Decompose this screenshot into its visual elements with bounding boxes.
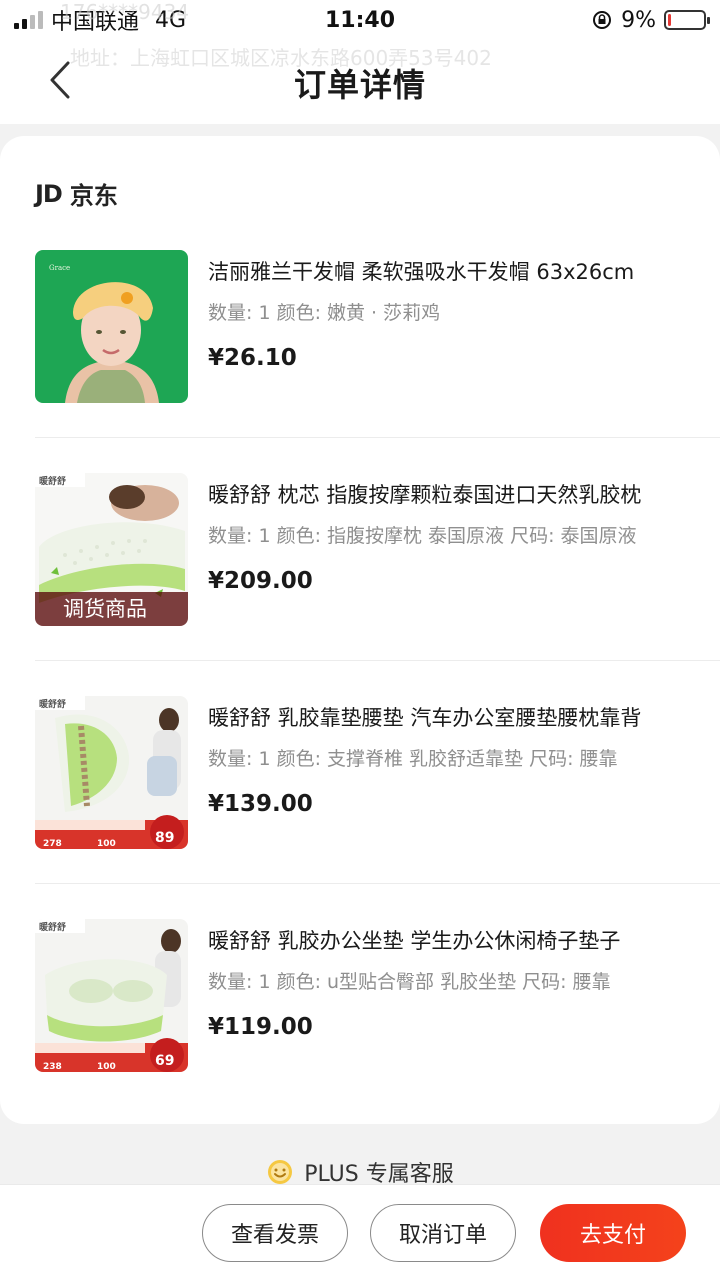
product-image-lumbar-pillow[interactable]: 暖舒舒 278 100 89 [35,696,188,849]
product-item[interactable]: 暖舒舒 调货商品 暖舒舒 枕芯 指腹按摩颗粒泰国进口天然乳胶枕 数量: 1 颜色… [35,473,720,629]
pay-button[interactable]: 去支付 [540,1204,686,1262]
divider [35,883,720,884]
product-info: 暖舒舒 乳胶办公坐垫 学生办公休闲椅子垫子 数量: 1 颜色: u型贴合臀部 乳… [208,925,678,1040]
product-info: 洁丽雅兰干发帽 柔软强吸水干发帽 63x26cm 数量: 1 颜色: 嫩黄 · … [208,256,678,371]
promo-price: 100 [97,839,116,849]
product-name: 洁丽雅兰干发帽 柔软强吸水干发帽 63x26cm [208,260,635,284]
product-price: ¥26.10 [208,345,297,371]
battery-icon [664,10,710,30]
brand-logo-text: 暖舒舒 [39,698,66,710]
product-item[interactable]: 暖舒舒 238 100 69 暖舒舒 乳胶办公坐垫 学生办公休闲椅子垫子 数量:… [35,919,720,1075]
product-info: 暖舒舒 枕芯 指腹按摩颗粒泰国进口天然乳胶枕 数量: 1 颜色: 指腹按摩枕 泰… [208,479,678,594]
view-invoice-button[interactable]: 查看发票 [202,1204,348,1262]
header: 地址：上海虹口区城区凉水东路600弄53号402 订单详情 [0,40,720,124]
page-title: 订单详情 [293,66,426,104]
signal-icon [14,11,43,29]
product-item[interactable]: 暖舒舒 278 100 89 暖舒舒 乳胶靠垫腰垫 汽车办公室腰垫腰枕靠背 数量… [35,696,720,852]
promo-price: 89 [155,830,174,846]
divider [35,660,720,661]
product-spec: 数量: 1 颜色: u型贴合臀部 乳胶坐垫 尺码: 腰靠 [208,971,611,993]
promo-price: 100 [97,1062,116,1072]
product-name: 暖舒舒 乳胶办公坐垫 学生办公休闲椅子垫子 [208,929,621,953]
shop-header[interactable]: JD 京东 [35,176,118,211]
product-name: 暖舒舒 乳胶靠垫腰垫 汽车办公室腰垫腰枕靠背 [208,706,642,730]
battery-percent: 9% [621,7,656,33]
status-bar: 176****9434 中国联通 4G 11:40 9% [0,0,720,40]
divider [35,437,720,438]
jd-logo: JD [35,179,63,208]
product-price: ¥119.00 [208,1014,313,1040]
status-right: 9% [591,7,710,33]
product-image-seat-cushion[interactable]: 暖舒舒 238 100 69 [35,919,188,1072]
promo-price: 278 [43,839,62,849]
product-spec: 数量: 1 颜色: 指腹按摩枕 泰国原液 尺码: 泰国原液 [208,525,637,547]
product-price: ¥209.00 [208,568,313,594]
smiley-icon [268,1160,293,1184]
product-name: 暖舒舒 枕芯 指腹按摩颗粒泰国进口天然乳胶枕 [208,483,642,507]
rotation-lock-icon [593,11,612,29]
product-image-towel-cap[interactable]: Grace [35,250,188,403]
brand-logo-text: 暖舒舒 [39,921,66,933]
product-image-latex-pillow[interactable]: 暖舒舒 调货商品 [35,473,188,626]
product-spec: 数量: 1 颜色: 嫩黄 · 莎莉鸡 [208,302,441,324]
product-info: 暖舒舒 乳胶靠垫腰垫 汽车办公室腰垫腰枕靠背 数量: 1 颜色: 支撑脊椎 乳胶… [208,702,678,817]
order-card: JD 京东 Grace 洁丽雅兰干发帽 柔软强吸水干发帽 63x26cm 数量:… [0,136,720,1124]
bottom-action-bar: 查看发票 取消订单 去支付 [0,1184,720,1280]
product-item[interactable]: Grace 洁丽雅兰干发帽 柔软强吸水干发帽 63x26cm 数量: 1 颜色:… [35,250,720,406]
product-price: ¥139.00 [208,791,313,817]
brand-logo-text: 暖舒舒 [39,475,66,487]
transfer-goods-tag: 调货商品 [35,592,188,626]
shop-name: 京东 [69,182,118,210]
ghost-phone: 176****9434 [60,0,190,24]
product-spec: 数量: 1 颜色: 支撑脊椎 乳胶舒适靠垫 尺码: 腰靠 [208,748,618,770]
cancel-order-button[interactable]: 取消订单 [370,1204,516,1262]
promo-price: 238 [43,1062,62,1072]
promo-price: 69 [155,1053,174,1069]
svg-text:Grace: Grace [49,264,70,272]
